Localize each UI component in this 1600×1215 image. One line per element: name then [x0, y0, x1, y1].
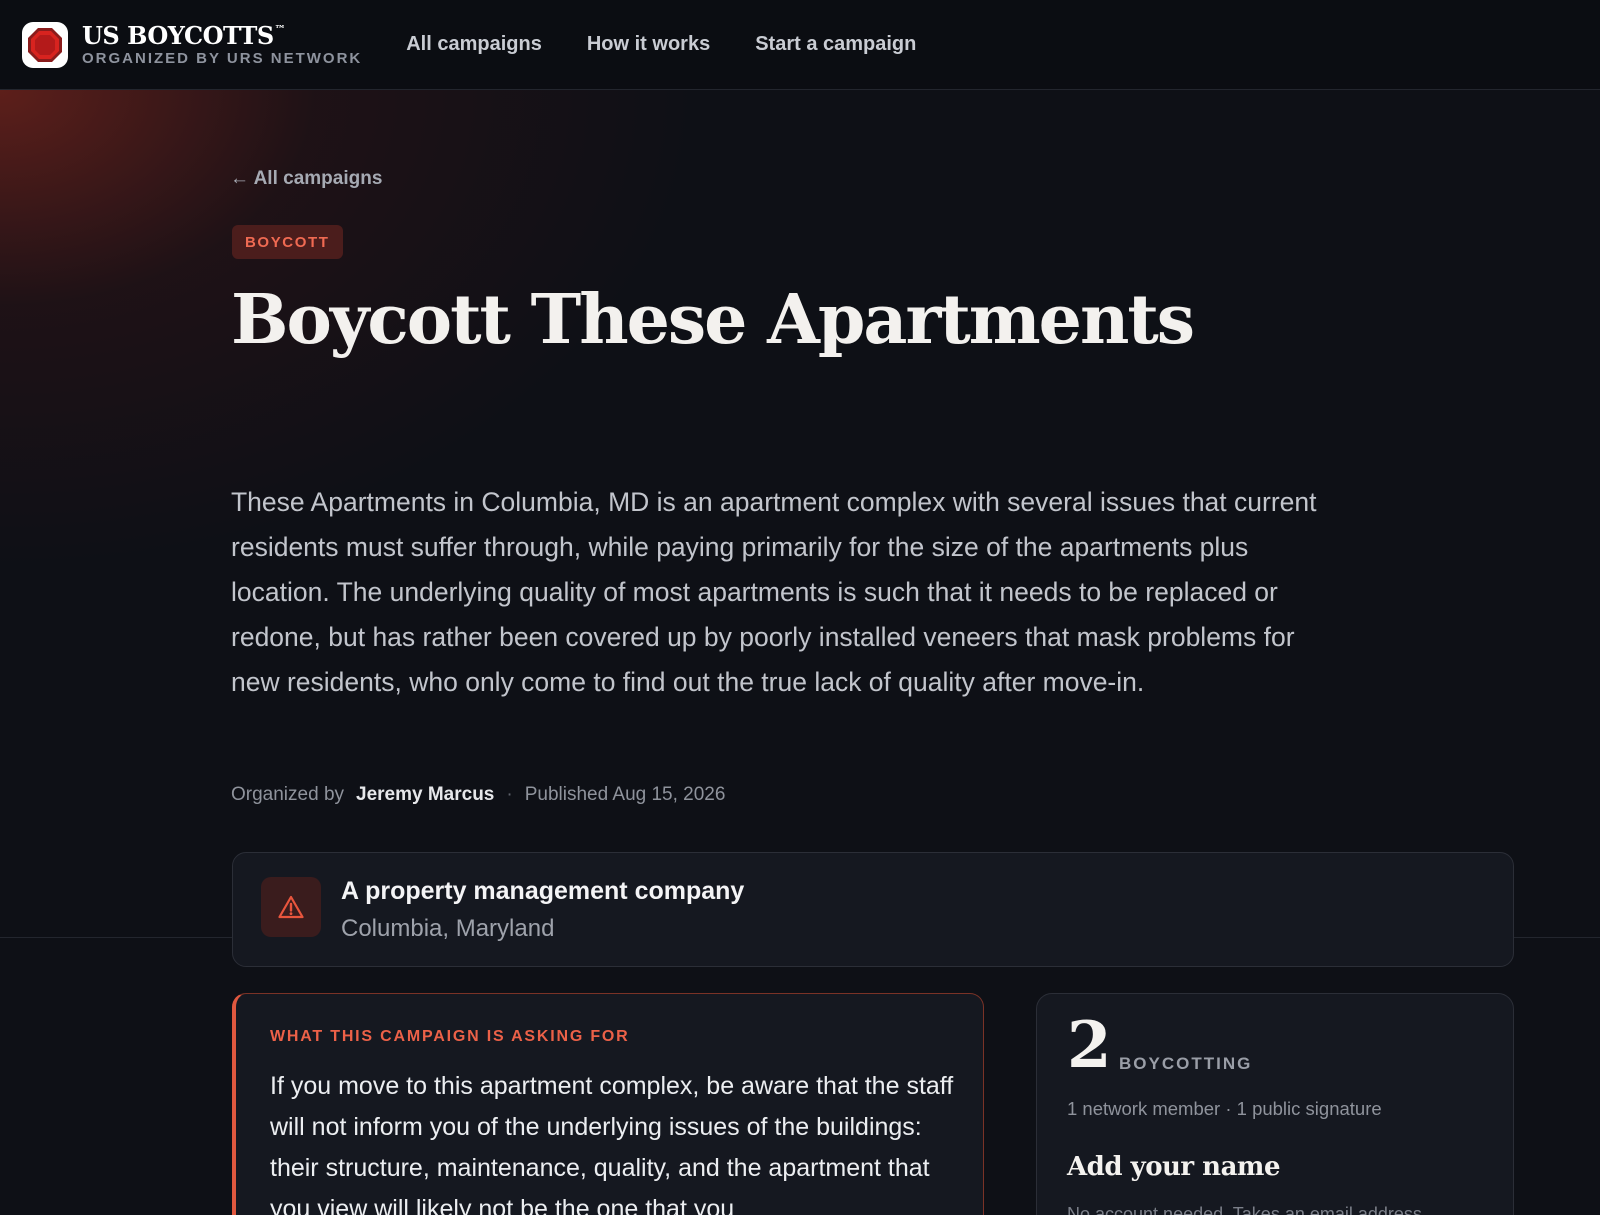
target-name: A property management company: [341, 877, 745, 905]
organized-by-label: Organized by: [231, 784, 345, 805]
trademark-mark: ™: [274, 22, 286, 36]
ask-label: WHAT THIS CAMPAIGN IS ASKING FOR: [270, 1028, 630, 1045]
warning-icon: [261, 877, 321, 937]
campaign-hero: ← All campaigns BOYCOTT Boycott These Ap…: [0, 90, 1600, 967]
boycott-count-label: BOYCOTTING: [1119, 1054, 1253, 1073]
boycott-count: 2: [1067, 1008, 1112, 1083]
meta-separator: ·: [506, 784, 513, 805]
brand-name: US BOYCOTTS™: [82, 20, 362, 50]
campaign-meta: Organized by Jeremy Marcus · Published A…: [231, 784, 725, 806]
brand-name-text: US BOYCOTTS: [82, 20, 274, 50]
campaign-ask-card: WHAT THIS CAMPAIGN IS ASKING FOR If you …: [232, 993, 984, 1215]
brand-text: US BOYCOTTS™ ORGANIZED BY URS NETWORK: [82, 20, 363, 67]
organizer-name[interactable]: Jeremy Marcus: [356, 784, 494, 806]
brand-logo-link[interactable]: US BOYCOTTS™ ORGANIZED BY URS NETWORK: [22, 20, 363, 68]
target-location: Columbia, Maryland: [341, 915, 555, 942]
back-to-campaigns-link[interactable]: ← All campaigns: [230, 168, 382, 190]
nav-how-it-works[interactable]: How it works: [587, 33, 710, 56]
signature-breakdown: 1 network member · 1 public signature: [1067, 1098, 1382, 1119]
add-name-subtitle: No account needed. Takes an email addres…: [1067, 1204, 1427, 1215]
main-nav: All campaigns How it works Start a campa…: [406, 33, 961, 56]
ask-text: If you move to this apartment complex, b…: [270, 1072, 954, 1215]
add-name-heading: Add your name: [1067, 1152, 1281, 1182]
nav-all-campaigns[interactable]: All campaigns: [406, 33, 542, 56]
signup-card: 2 BOYCOTTING 1 network member · 1 public…: [1036, 993, 1514, 1215]
published-date: Published Aug 15, 2026: [524, 784, 726, 805]
campaign-type-badge: BOYCOTT: [232, 225, 343, 259]
octagon-logo-icon: [22, 21, 68, 68]
campaign-description: These Apartments in Columbia, MD is an a…: [231, 487, 1317, 697]
top-nav: US BOYCOTTS™ ORGANIZED BY URS NETWORK Al…: [0, 0, 1600, 90]
brand-tagline: ORGANIZED BY URS NETWORK: [82, 49, 363, 67]
target-card: A property management company Columbia, …: [232, 852, 1514, 967]
nav-start-campaign[interactable]: Start a campaign: [755, 33, 916, 56]
campaign-title: Boycott These Apartments: [231, 280, 1195, 360]
